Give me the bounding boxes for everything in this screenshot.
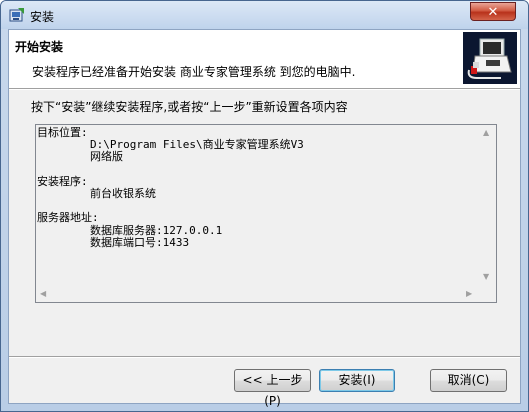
computer-install-icon xyxy=(463,32,517,84)
instruction-text: 按下“安装”继续安装程序,或者按“上一步”重新设置各项内容 xyxy=(31,100,348,114)
scroll-up-arrow-icon[interactable]: ▲ xyxy=(483,128,489,137)
wizard-header: 开始安装 安装程序已经准备开始安装 商业专家管理系统 到您的电脑中. xyxy=(9,30,520,88)
scrollbar-corner xyxy=(479,285,496,302)
installer-app-icon xyxy=(9,8,24,22)
page-description: 安装程序已经准备开始安装 商业专家管理系统 到您的电脑中. xyxy=(32,65,356,79)
close-button[interactable]: ✕ xyxy=(470,2,516,21)
title-bar: 安装 ✕ xyxy=(1,1,528,29)
window-title: 安装 xyxy=(30,10,55,24)
scroll-left-arrow-icon[interactable]: ◀ xyxy=(40,289,46,298)
dialog-client-area: 开始安装 安装程序已经准备开始安装 商业专家管理系统 到您的电脑中. 按下“安装… xyxy=(8,29,521,408)
back-button[interactable]: << 上一步(P) xyxy=(234,369,311,408)
scroll-right-arrow-icon[interactable]: ▶ xyxy=(466,289,472,298)
close-icon: ✕ xyxy=(487,5,499,20)
scroll-down-arrow-icon[interactable]: ▼ xyxy=(483,272,489,281)
memo-content: 目标位置: D:\Program Files\商业专家管理系统V3 网络版 安装… xyxy=(37,126,304,249)
header-divider xyxy=(9,88,520,90)
page-title: 开始安装 xyxy=(15,40,64,54)
cancel-button[interactable]: 取消(C) xyxy=(430,369,507,392)
ready-memo-box[interactable]: 目标位置: D:\Program Files\商业专家管理系统V3 网络版 安装… xyxy=(35,124,497,303)
horizontal-scrollbar[interactable]: ◀ ▶ xyxy=(36,285,479,302)
install-button[interactable]: 安装(I) xyxy=(319,369,395,392)
footer-divider xyxy=(9,356,520,358)
installer-window: 安装 ✕ 开始安装 安装程序已经准备开始安装 商业专家管理系统 到您的电脑中. … xyxy=(0,0,529,412)
vertical-scrollbar[interactable]: ▲ ▼ xyxy=(479,125,496,285)
